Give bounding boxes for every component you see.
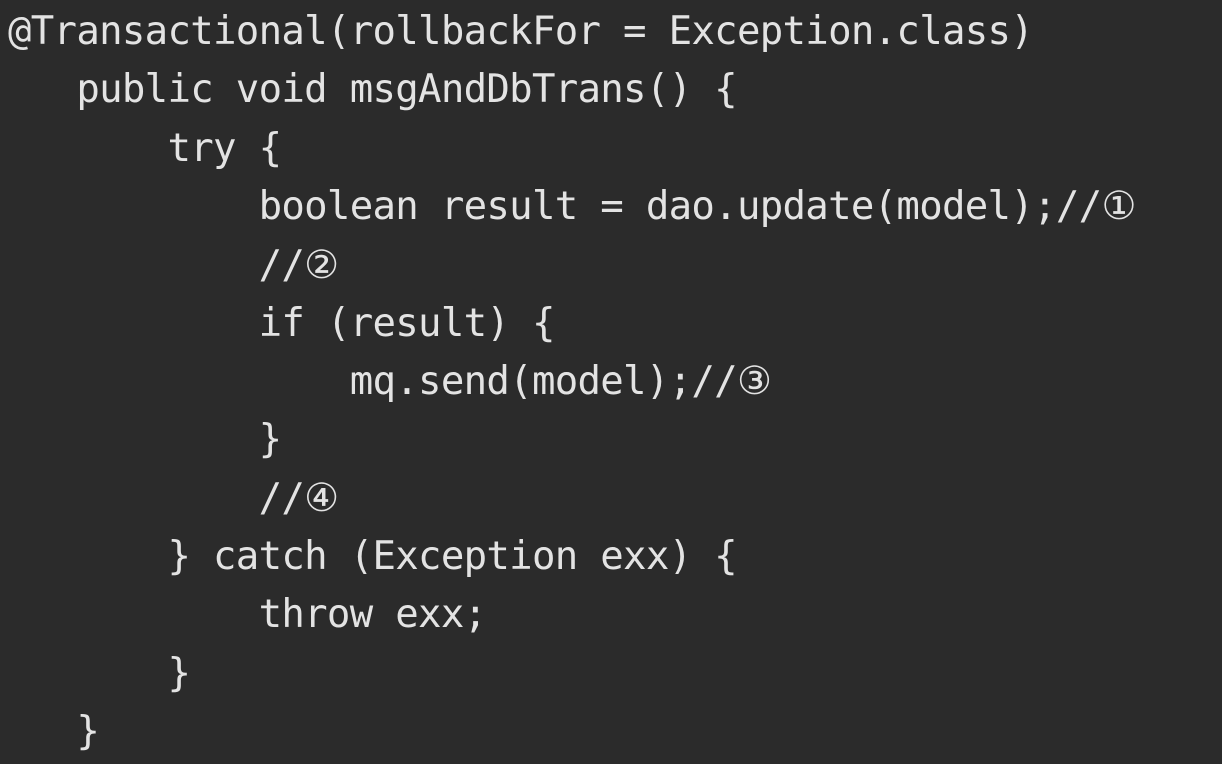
code-line-method-signature: public void msgAndDbTrans() { <box>8 67 737 112</box>
code-line-mq-send: mq.send(model);//③ <box>8 359 772 404</box>
code-line-catch: } catch (Exception exx) { <box>8 534 737 579</box>
code-line-dao-update: boolean result = dao.update(model);//① <box>8 184 1137 229</box>
code-line-throw: throw exx; <box>8 592 488 637</box>
code-line-if-close: } <box>8 417 282 462</box>
code-line-annotation: @Transactional(rollbackFor = Exception.c… <box>8 9 1034 54</box>
code-line-method-close: } <box>8 709 100 754</box>
code-editor: @Transactional(rollbackFor = Exception.c… <box>0 0 1222 764</box>
code-line-if-result: if (result) { <box>8 301 556 346</box>
code-line-try: try { <box>8 126 282 171</box>
code-line-comment-2: //② <box>8 243 340 288</box>
code-line-comment-4: //④ <box>8 476 340 521</box>
code-line-catch-close: } <box>8 651 191 696</box>
